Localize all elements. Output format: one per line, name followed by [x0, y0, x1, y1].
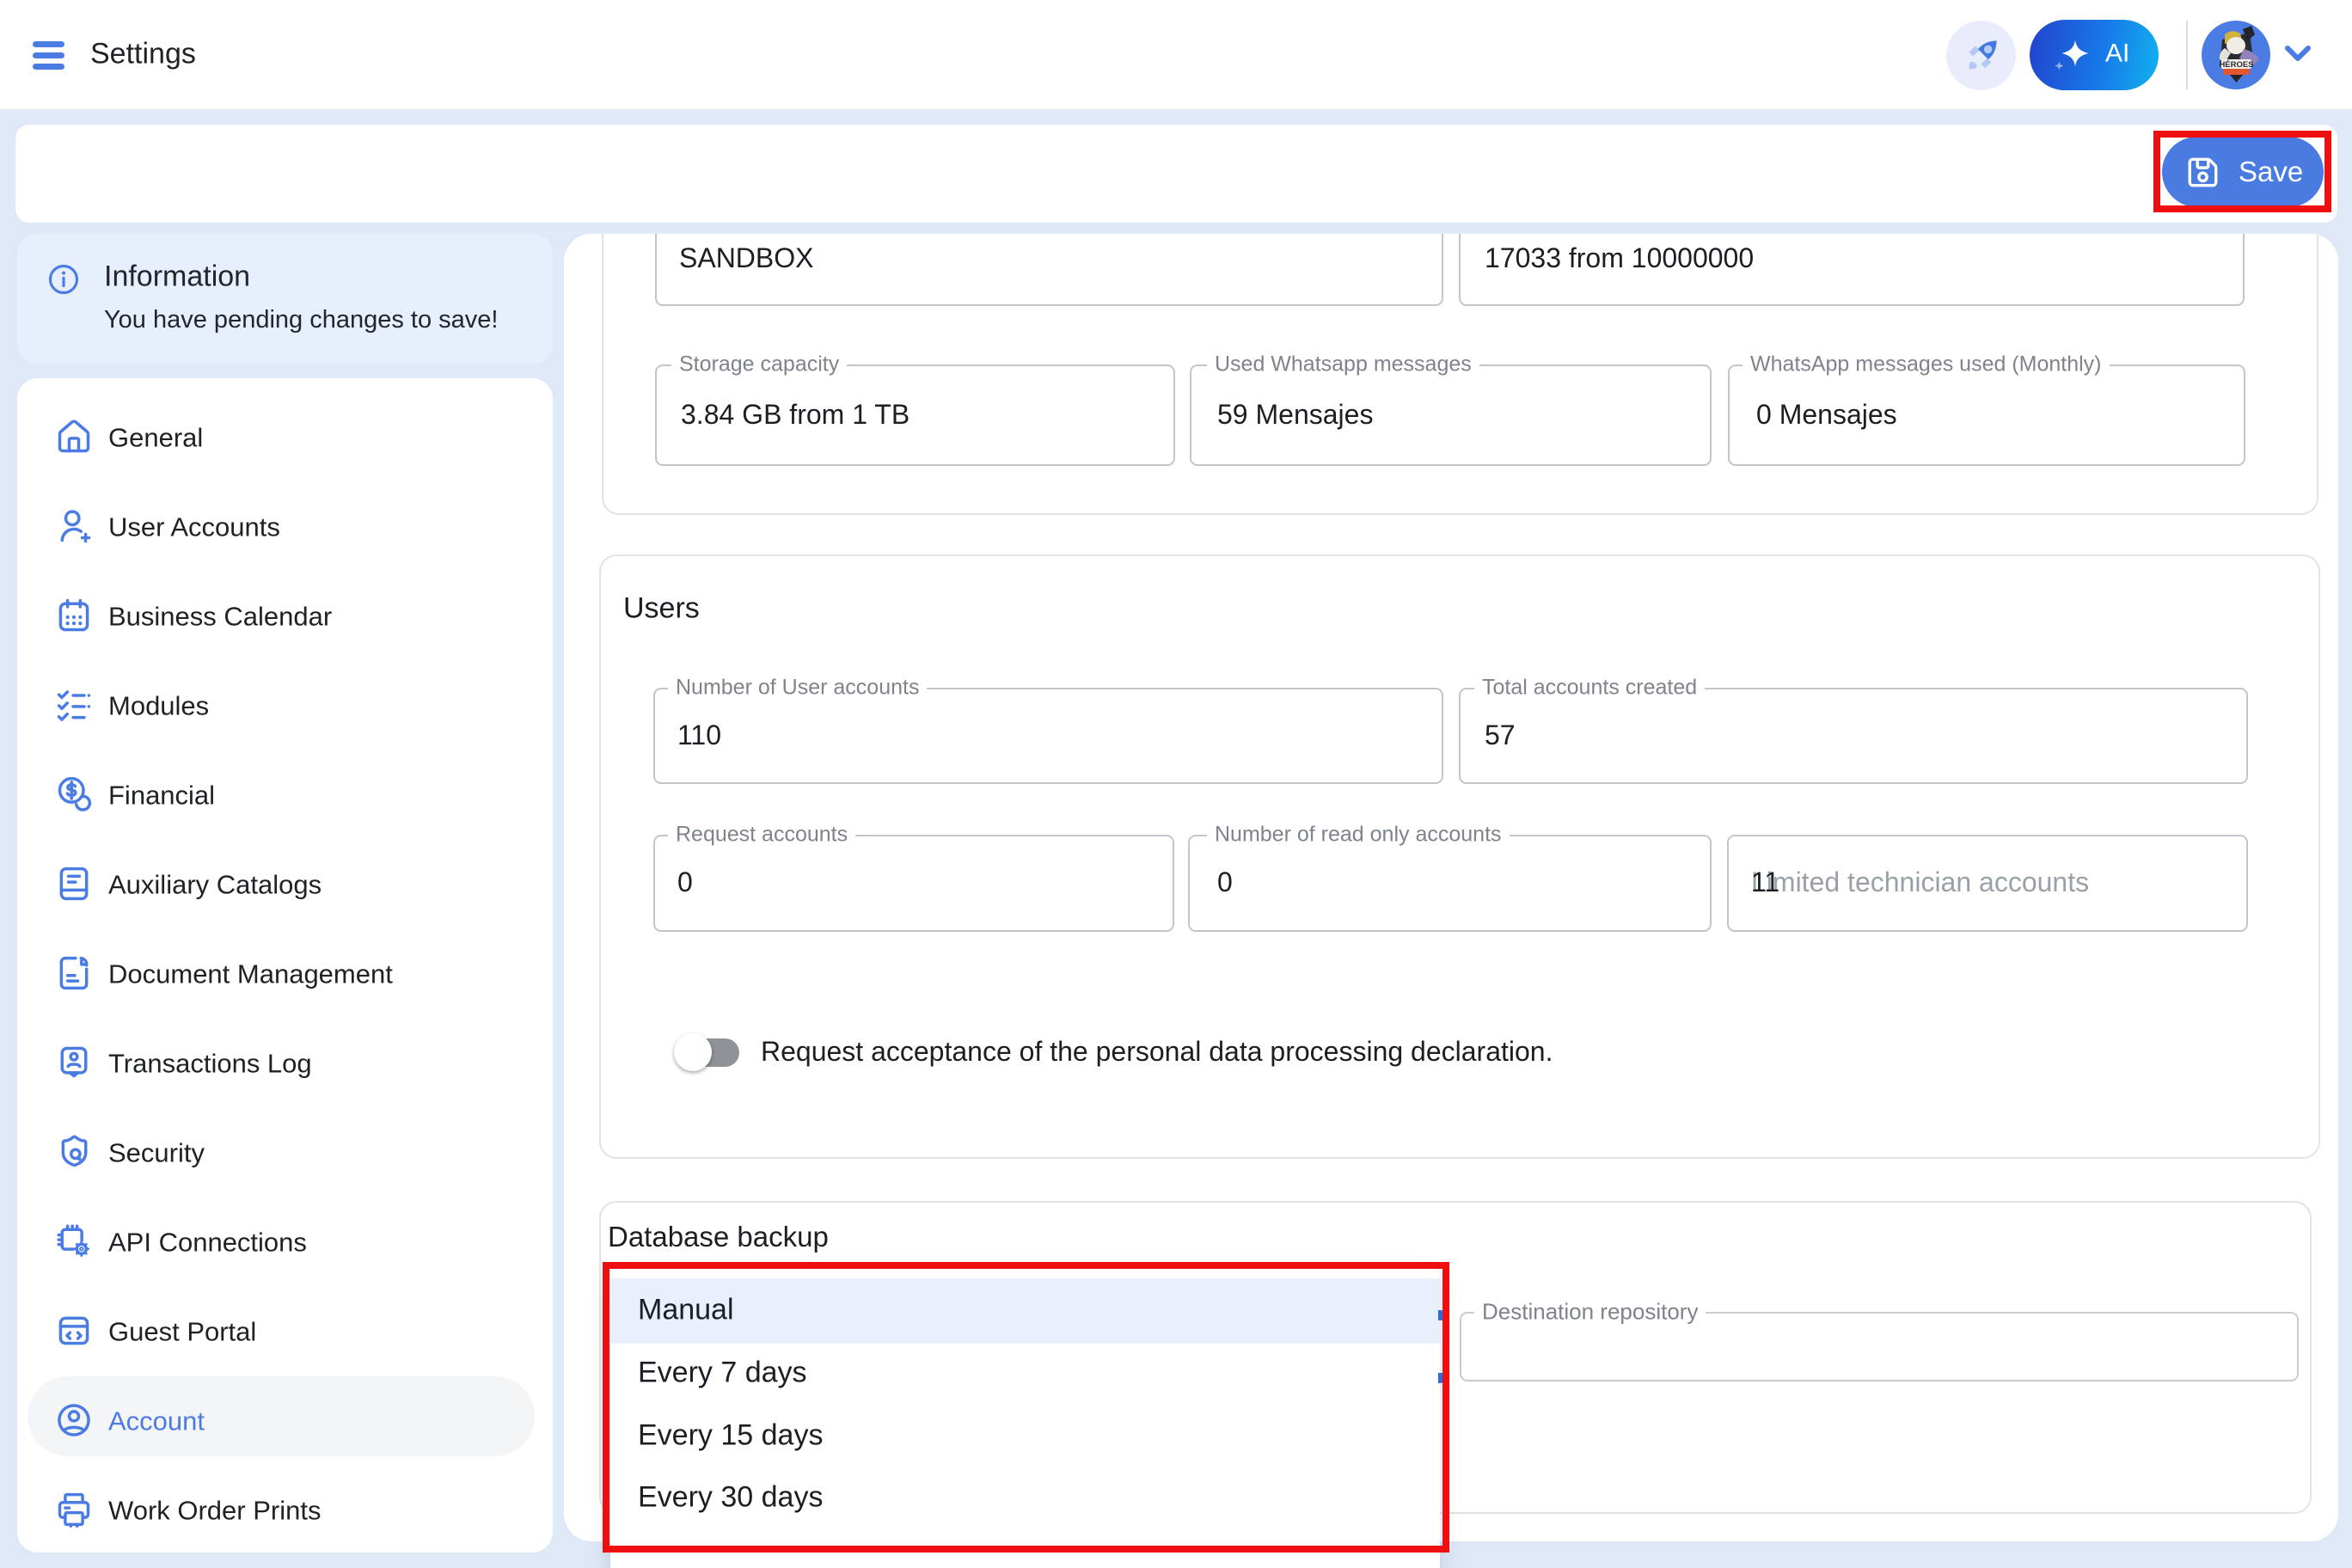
svg-text:HÉROES: HÉROES	[2219, 60, 2253, 70]
